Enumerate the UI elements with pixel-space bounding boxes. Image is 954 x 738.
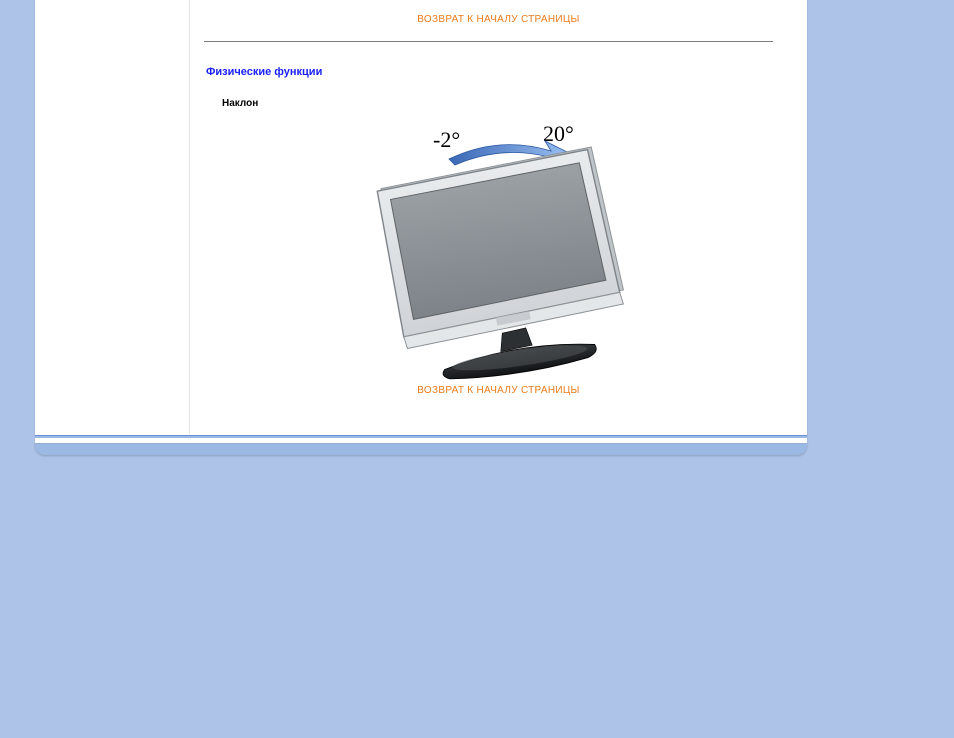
section-heading-physical-functions: Физические функции xyxy=(206,66,807,78)
page-card: ВОЗВРАТ К НАЧАЛУ СТРАНИЦЫ Физические фун… xyxy=(35,0,807,443)
monitor-tilt-illustration: -2° 20° xyxy=(339,117,659,387)
footer-rule xyxy=(35,435,807,438)
divider xyxy=(204,41,773,42)
left-nav-column xyxy=(35,0,189,434)
tilt-min-label: -2° xyxy=(433,127,460,152)
page-bottom-edge xyxy=(35,443,807,455)
subheading-tilt: Наклон xyxy=(222,98,807,109)
content-column: ВОЗВРАТ К НАЧАЛУ СТРАНИЦЫ Физические фун… xyxy=(189,0,807,434)
tilt-figure: -2° 20° xyxy=(190,109,807,379)
back-to-top-link-top[interactable]: ВОЗВРАТ К НАЧАЛУ СТРАНИЦЫ xyxy=(190,0,807,35)
